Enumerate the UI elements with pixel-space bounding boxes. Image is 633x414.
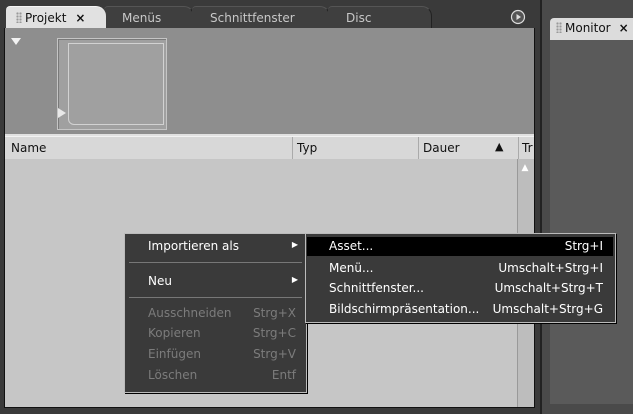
- monitor-panel-body: [550, 40, 633, 404]
- menu-item-shortcut: Strg+X: [253, 306, 296, 320]
- menu-item-importieren-als[interactable]: Importieren als ▶: [125, 237, 306, 256]
- menu-item-shortcut: Strg+V: [253, 347, 296, 361]
- submenu-item-menu[interactable]: Menü... Umschalt+Strg+I: [307, 259, 613, 278]
- menu-item-shortcut: Entf: [271, 368, 296, 382]
- column-typ[interactable]: Typ: [293, 137, 419, 159]
- scroll-up-icon[interactable]: ▲: [520, 163, 530, 173]
- menu-item-label: Ausschneiden: [148, 306, 232, 320]
- right-panel: Monitor ×: [540, 0, 633, 414]
- submenu-arrow-icon: ▶: [291, 240, 298, 249]
- menu-item-label: Neu: [148, 274, 172, 288]
- column-header: Name Typ Dauer ▲ Tr: [5, 136, 534, 160]
- submenu-arrow-icon: ▶: [291, 275, 298, 284]
- sort-ascending-icon[interactable]: ▲: [495, 140, 503, 153]
- menu-separator: [129, 262, 302, 263]
- menu-separator: [129, 297, 302, 298]
- collapse-triangle-icon[interactable]: [11, 35, 21, 49]
- grip-icon: [16, 12, 22, 23]
- submenu-item-shortcut: Umschalt+Strg+T: [494, 281, 603, 295]
- menu-item-einfuegen[interactable]: Einfügen Strg+V: [125, 345, 306, 364]
- tab-projekt[interactable]: Projekt ×: [6, 6, 106, 28]
- column-name[interactable]: Name: [5, 137, 293, 159]
- tab-monitor[interactable]: Monitor ×: [550, 18, 633, 40]
- tab-schnittfenster-label: Schnittfenster: [210, 11, 295, 25]
- submenu-item-bildschirmpraesentation[interactable]: Bildschirmpräsentation... Umschalt+Strg+…: [307, 300, 613, 319]
- close-icon[interactable]: ×: [75, 11, 85, 25]
- menu-item-neu[interactable]: Neu ▶: [125, 272, 306, 291]
- menu-item-label: Kopieren: [148, 326, 201, 340]
- column-dauer-label: Dauer: [423, 141, 460, 155]
- grip-icon: [556, 22, 562, 33]
- thumbnail-frame: [57, 38, 167, 130]
- tab-menus[interactable]: Menüs: [104, 6, 194, 28]
- menu-item-label: Einfügen: [148, 347, 201, 361]
- submenu-item-asset[interactable]: Asset... Strg+I: [307, 237, 613, 256]
- tab-disc[interactable]: Disc: [328, 6, 432, 28]
- close-icon[interactable]: ×: [619, 21, 629, 35]
- menu-item-kopieren[interactable]: Kopieren Strg+C: [125, 324, 306, 343]
- menu-item-label: Importieren als: [148, 239, 239, 253]
- submenu-importieren-als: Asset... Strg+I Menü... Umschalt+Strg+I …: [305, 233, 616, 323]
- tab-monitor-label: Monitor: [565, 21, 611, 35]
- submenu-item-label: Asset...: [329, 239, 374, 253]
- submenu-item-shortcut: Umschalt+Strg+G: [492, 302, 603, 316]
- menu-item-ausschneiden[interactable]: Ausschneiden Strg+X: [125, 304, 306, 323]
- preview-area: [5, 28, 534, 134]
- tab-schnittfenster[interactable]: Schnittfenster: [192, 6, 330, 28]
- column-tr[interactable]: Tr: [519, 137, 539, 159]
- menu-item-loeschen[interactable]: Löschen Entf: [125, 366, 306, 385]
- menu-item-shortcut: Strg+C: [252, 326, 296, 340]
- submenu-item-schnittfenster[interactable]: Schnittfenster... Umschalt+Strg+T: [307, 279, 613, 298]
- panel-menu-icon[interactable]: [510, 9, 526, 25]
- column-typ-label: Typ: [297, 141, 318, 155]
- column-name-label: Name: [11, 141, 47, 155]
- submenu-item-label: Bildschirmpräsentation...: [329, 302, 480, 316]
- menu-item-label: Löschen: [148, 368, 198, 382]
- submenu-item-label: Menü...: [329, 261, 374, 275]
- column-dauer[interactable]: Dauer ▲: [419, 137, 519, 159]
- thumbnail-image: [68, 43, 164, 125]
- column-tr-label: Tr: [522, 141, 533, 155]
- tab-disc-label: Disc: [346, 11, 372, 25]
- submenu-item-shortcut: Strg+I: [564, 239, 603, 253]
- context-menu: Importieren als ▶ Neu ▶ Ausschneiden Str…: [124, 233, 307, 393]
- submenu-item-label: Schnittfenster...: [329, 281, 424, 295]
- play-icon[interactable]: [57, 107, 67, 122]
- submenu-item-shortcut: Umschalt+Strg+I: [498, 261, 603, 275]
- tab-menus-label: Menüs: [122, 11, 162, 25]
- tab-projekt-label: Projekt: [25, 11, 67, 25]
